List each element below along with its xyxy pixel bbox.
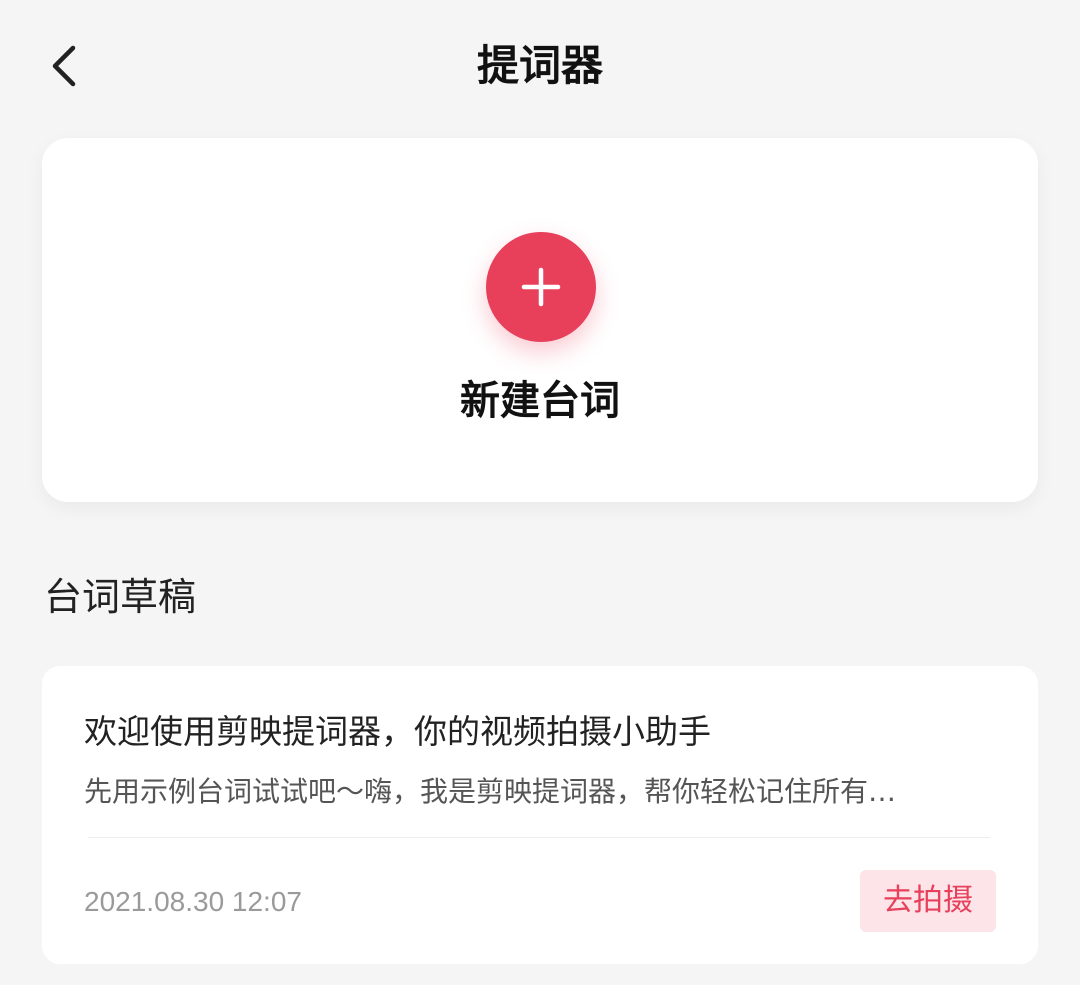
- draft-title: 欢迎使用剪映提词器，你的视频拍摄小助手: [84, 712, 711, 751]
- go-shoot-button[interactable]: 去拍摄: [860, 870, 996, 932]
- draft-date: 2021.08.30 12:07: [84, 886, 302, 917]
- new-script-card[interactable]: 新建台词: [42, 138, 1038, 502]
- draft-preview: 先用示例台词试试吧～嗨，我是剪映提词器，帮你轻松记住所有…: [84, 775, 897, 808]
- teleprompter-screen: 提词器 新建台词 台词草稿 欢迎使用剪映提词器，你的视频拍摄小助手 先用示例台词…: [0, 0, 1080, 985]
- page-title: 提词器: [476, 41, 603, 90]
- divider: [88, 837, 990, 838]
- draft-card[interactable]: 欢迎使用剪映提词器，你的视频拍摄小助手 先用示例台词试试吧～嗨，我是剪映提词器，…: [42, 666, 1038, 964]
- plus-icon: [521, 267, 561, 307]
- new-script-label: 新建台词: [460, 378, 620, 424]
- drafts-section-title: 台词草稿: [44, 575, 197, 619]
- header: 提词器: [0, 0, 1080, 135]
- add-script-button[interactable]: [486, 232, 596, 342]
